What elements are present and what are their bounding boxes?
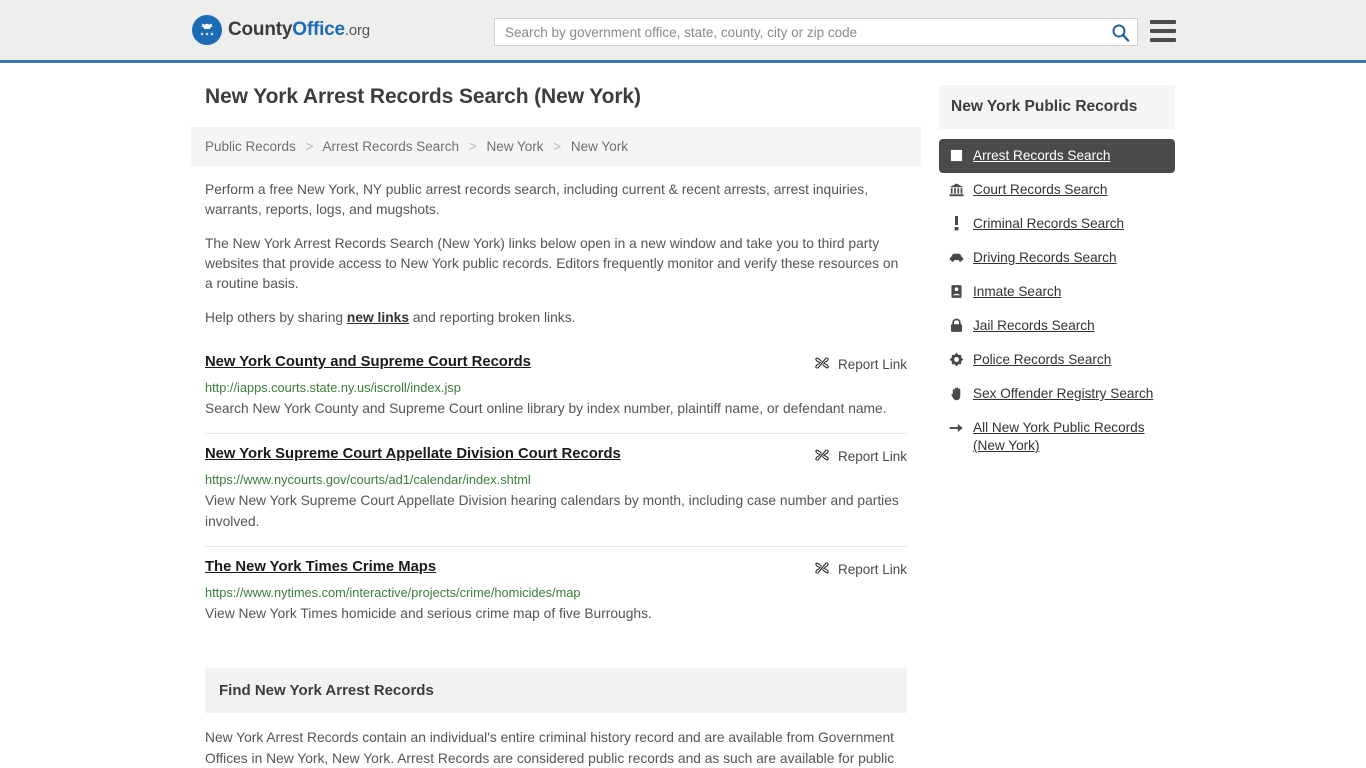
exclamation-icon — [949, 215, 964, 232]
logo-text-office: Office — [292, 19, 345, 40]
broken-link-icon — [814, 355, 830, 374]
breadcrumb-item-3[interactable]: New York — [571, 139, 628, 154]
find-records-body: New York Arrest Records contain an indiv… — [205, 730, 895, 766]
report-link-label: Report Link — [837, 449, 907, 464]
search-icon[interactable] — [1103, 19, 1137, 45]
main-content: New York Arrest Records Search (New York… — [191, 85, 921, 768]
page-body: New York Arrest Records Search (New York… — [0, 63, 1366, 768]
hand-icon — [949, 385, 964, 402]
hamburger-bar — [1150, 38, 1176, 42]
sidebar-item-jail-records-search[interactable]: Jail Records Search — [939, 309, 1175, 343]
sidebar-item-all-new-york-public-records[interactable]: All New York Public Records (New York) — [939, 411, 1175, 463]
sidebar-item-label: Sex Offender Registry Search — [973, 386, 1154, 401]
lock-icon — [949, 317, 964, 334]
resource-title-link[interactable]: New York County and Supreme Court Record… — [205, 354, 531, 370]
breadcrumb-separator: > — [553, 139, 562, 154]
id-card-icon — [949, 283, 964, 300]
breadcrumb-item-1[interactable]: Arrest Records Search — [322, 139, 459, 154]
sidebar-item-police-records-search[interactable]: Police Records Search — [939, 343, 1175, 377]
list-item: New York County and Supreme Court Record… — [205, 342, 907, 433]
logo-text-org: .org — [344, 22, 370, 39]
square-badge-icon — [949, 147, 964, 164]
resource-link-list: New York County and Supreme Court Record… — [191, 342, 921, 638]
sidebar-item-label: All New York Public Records (New York) — [973, 420, 1145, 453]
help-suffix: and reporting broken links. — [409, 310, 576, 325]
hamburger-bar — [1150, 29, 1176, 33]
sidebar-item-court-records-search[interactable]: Court Records Search — [939, 173, 1175, 207]
resource-title-link[interactable]: New York Supreme Court Appellate Divisio… — [205, 446, 621, 462]
hamburger-menu-icon[interactable] — [1150, 20, 1176, 42]
site-logo[interactable]: CountyOffice.org — [192, 15, 370, 45]
sidebar-item-driving-records-search[interactable]: Driving Records Search — [939, 241, 1175, 275]
report-link-button[interactable]: Report Link — [814, 447, 907, 466]
list-item: The New York Times Crime Maps Report Lin… — [205, 546, 907, 638]
help-prefix: Help others by sharing — [205, 310, 347, 325]
intro-text: Perform a free New York, NY public arres… — [191, 180, 921, 328]
arrow-right-icon — [949, 419, 964, 436]
intro-paragraph-2: The New York Arrest Records Search (New … — [205, 236, 899, 291]
find-records-heading: Find New York Arrest Records — [219, 682, 434, 699]
broken-link-icon — [814, 560, 830, 579]
resource-description: Search New York County and Supreme Court… — [205, 401, 887, 416]
list-item: New York Supreme Court Appellate Divisio… — [205, 433, 907, 546]
sidebar-item-label: Police Records Search — [973, 352, 1112, 367]
search-bar[interactable] — [494, 18, 1138, 46]
resource-description: View New York Supreme Court Appellate Di… — [205, 493, 899, 529]
hamburger-bar — [1150, 20, 1176, 24]
sidebar-item-arrest-records-search[interactable]: Arrest Records Search — [939, 139, 1175, 173]
breadcrumb-item-2[interactable]: New York — [486, 139, 543, 154]
sidebar-item-inmate-search[interactable]: Inmate Search — [939, 275, 1175, 309]
new-links-link[interactable]: new links — [347, 310, 409, 325]
resource-url: https://www.nytimes.com/interactive/proj… — [205, 585, 581, 600]
resource-url: http://iapps.courts.state.ny.us/iscroll/… — [205, 380, 461, 395]
police-badge-icon — [949, 351, 964, 368]
find-records-header: Find New York Arrest Records — [205, 668, 907, 713]
sidebar-list: Arrest Records Search Court Records Sear… — [939, 139, 1175, 463]
report-link-label: Report Link — [837, 357, 907, 372]
site-header: CountyOffice.org — [0, 0, 1366, 63]
resource-description: View New York Times homicide and serious… — [205, 606, 652, 621]
sidebar: New York Public Records Arrest Records S… — [939, 85, 1175, 768]
intro-paragraph-1: Perform a free New York, NY public arres… — [205, 182, 869, 217]
report-link-button[interactable]: Report Link — [814, 355, 907, 374]
resource-url: https://www.nycourts.gov/courts/ad1/cale… — [205, 472, 531, 487]
sidebar-item-label: Arrest Records Search — [973, 148, 1111, 163]
breadcrumb: Public Records > Arrest Records Search >… — [191, 127, 921, 166]
sidebar-item-label: Criminal Records Search — [973, 216, 1125, 231]
sidebar-item-sex-offender-registry-search[interactable]: Sex Offender Registry Search — [939, 377, 1175, 411]
logo-text: CountyOffice.org — [228, 19, 370, 41]
broken-link-icon — [814, 447, 830, 466]
logo-text-county: County — [228, 19, 293, 40]
car-icon — [949, 249, 964, 266]
resource-title-link[interactable]: The New York Times Crime Maps — [205, 559, 436, 575]
sidebar-item-criminal-records-search[interactable]: Criminal Records Search — [939, 207, 1175, 241]
page-title: New York Arrest Records Search (New York… — [205, 85, 641, 108]
breadcrumb-separator: > — [305, 139, 314, 154]
breadcrumb-separator: > — [468, 139, 477, 154]
sidebar-title: New York Public Records — [939, 85, 1175, 129]
eagle-seal-icon — [192, 15, 222, 45]
report-link-label: Report Link — [837, 562, 907, 577]
sidebar-item-label: Inmate Search — [973, 284, 1062, 299]
search-input[interactable] — [495, 19, 1103, 45]
report-link-button[interactable]: Report Link — [814, 560, 907, 579]
breadcrumb-item-0[interactable]: Public Records — [205, 139, 296, 154]
courthouse-icon — [949, 181, 964, 198]
help-paragraph: Help others by sharing new links and rep… — [191, 308, 921, 328]
sidebar-item-label: Jail Records Search — [973, 318, 1095, 333]
sidebar-item-label: Driving Records Search — [973, 250, 1117, 265]
sidebar-item-label: Court Records Search — [973, 182, 1108, 197]
